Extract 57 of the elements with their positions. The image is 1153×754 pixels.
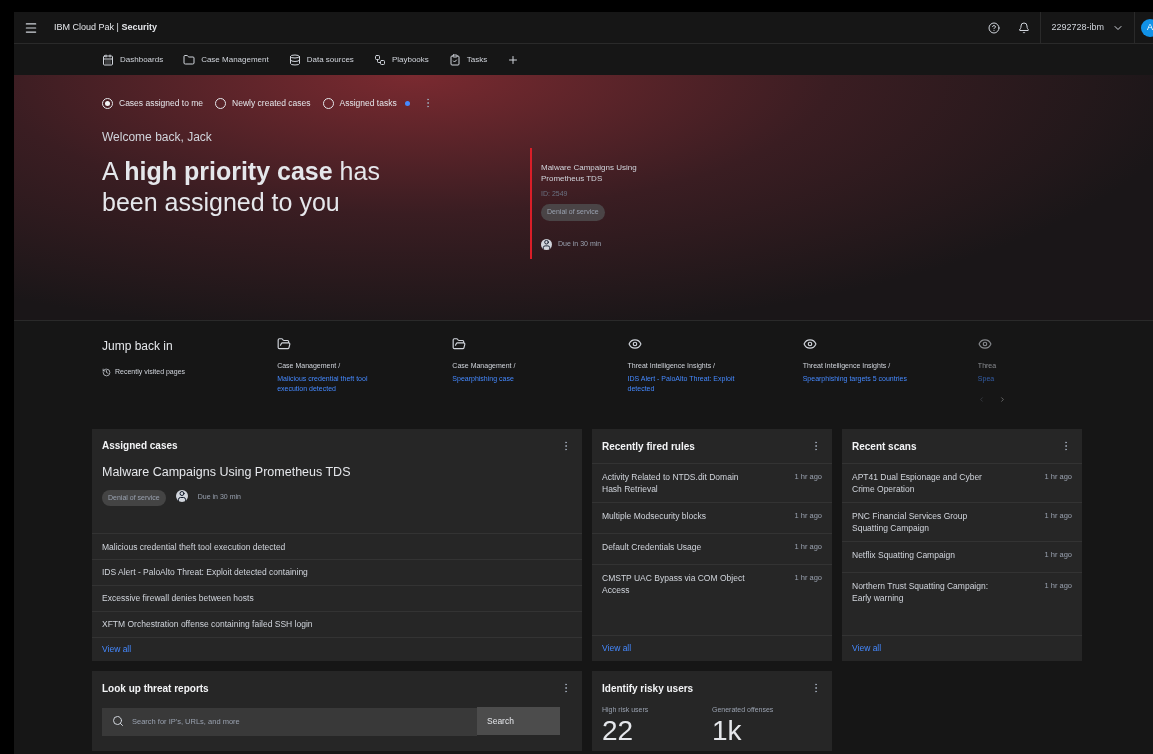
database-icon bbox=[288, 53, 301, 66]
help-icon[interactable] bbox=[988, 21, 1001, 34]
case-item[interactable]: Malicious credential theft tool execution detected bbox=[102, 540, 286, 554]
list-item-title[interactable]: APT41 Dual Espionage and Cyber Crime Operation bbox=[852, 471, 1002, 495]
view-all-link[interactable]: View all bbox=[852, 642, 882, 655]
eye-icon bbox=[627, 337, 642, 351]
folder-icon bbox=[183, 53, 196, 66]
clipboard-icon bbox=[448, 53, 461, 66]
card-title: Assigned cases bbox=[102, 439, 178, 454]
card-title: Identify risky users bbox=[602, 681, 694, 696]
case-item[interactable]: Excessive firewall denies between hosts bbox=[102, 592, 254, 606]
user-icon bbox=[541, 238, 552, 250]
card-title: Look up threat reports bbox=[102, 681, 209, 696]
next-icon[interactable] bbox=[998, 395, 1006, 403]
menu-icon[interactable] bbox=[24, 20, 38, 35]
list-item-title[interactable]: Netflix Squatting Campaign bbox=[852, 549, 955, 565]
eye-icon bbox=[802, 337, 817, 351]
nav-tab[interactable]: Tasks bbox=[448, 53, 488, 66]
nav-tab[interactable]: Playbooks bbox=[373, 53, 429, 66]
case-item[interactable]: XFTM Orchestration offense containing failed SSH login bbox=[102, 618, 313, 631]
product-name[interactable]: IBM Cloud Pak | Security bbox=[54, 20, 157, 35]
hero-headline: A high priority case has been assigned to you bbox=[102, 155, 381, 218]
search-icon bbox=[112, 715, 124, 727]
list-item-title[interactable]: Northern Trust Squatting Campaign: Early warning bbox=[852, 580, 1002, 604]
folder-icon bbox=[452, 337, 467, 351]
list-item-title[interactable]: Activity Related to NTDS.dit Domain Hash Retrieval bbox=[602, 471, 752, 495]
search-button[interactable]: Search bbox=[477, 707, 560, 735]
history-icon bbox=[102, 367, 111, 377]
welcome-text: Welcome back, Jack bbox=[102, 128, 213, 146]
stat-value: 22 bbox=[602, 715, 635, 746]
list-item-title[interactable]: Multiple Modsecurity blocks bbox=[602, 510, 706, 526]
section-title: Jump back in bbox=[102, 338, 174, 355]
radio-option[interactable]: Newly created cases bbox=[215, 97, 311, 110]
case-title[interactable]: Malware Campaigns Using Prometheus TDS bbox=[92, 462, 582, 482]
radio-option[interactable]: Assigned tasks bbox=[322, 97, 410, 110]
view-all-link[interactable]: View all bbox=[102, 643, 132, 656]
stat-value: 1k bbox=[712, 715, 743, 746]
nav-tab[interactable]: Case Management bbox=[183, 53, 269, 66]
account-switcher[interactable]: 2292728-ibm bbox=[1040, 12, 1135, 43]
nav-tab[interactable]: Data sources bbox=[288, 53, 354, 66]
card-title: Recent scans bbox=[852, 439, 917, 454]
user-icon bbox=[175, 489, 188, 502]
list-item-title[interactable]: Default Credentials Usage bbox=[602, 541, 702, 557]
nav-tab[interactable]: Dashboards bbox=[102, 53, 164, 66]
list-item-title[interactable]: PNC Financial Services Group Squatting Campaign bbox=[852, 510, 1002, 534]
case-title[interactable]: Malware Campaigns Using Prometheus TDS bbox=[541, 161, 680, 184]
notification-icon[interactable] bbox=[1018, 21, 1031, 34]
list-item-title[interactable]: CMSTP UAC Bypass via COM Object Access bbox=[602, 572, 752, 596]
radio-option[interactable]: Cases assigned to me bbox=[102, 97, 204, 110]
view-all-link[interactable]: View all bbox=[602, 642, 632, 655]
eye-icon bbox=[977, 337, 992, 351]
calendar-icon bbox=[102, 53, 114, 66]
folder-icon bbox=[277, 337, 292, 351]
flow-icon bbox=[373, 53, 386, 66]
card-title: Recently fired rules bbox=[602, 439, 695, 454]
case-item[interactable]: IDS Alert - PaloAlto Threat: Exploit detected containing bbox=[102, 566, 308, 580]
add-icon[interactable] bbox=[507, 53, 520, 66]
